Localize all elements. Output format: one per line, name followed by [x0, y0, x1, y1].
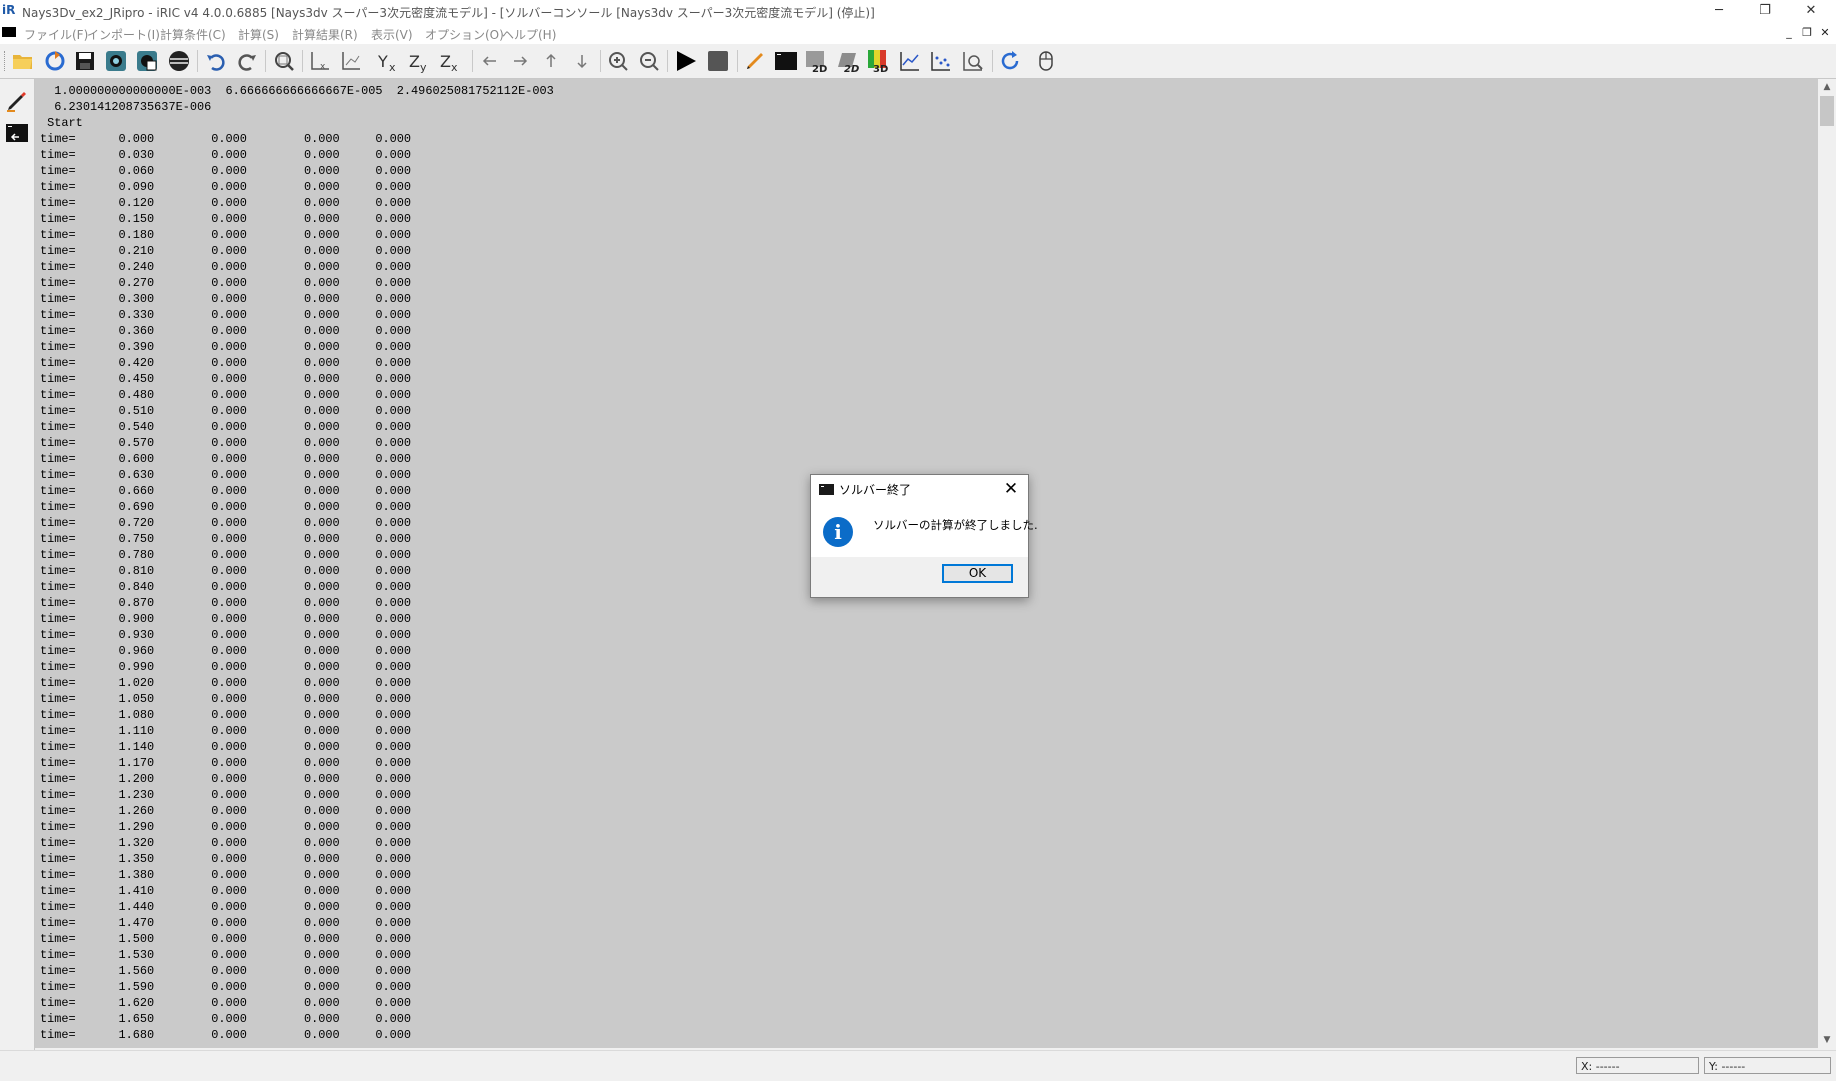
menu-bar: ファイル(F) インポート(I) 計算条件(C) 計算(S) 計算結果(R) 表… [0, 22, 1836, 44]
zoom-out-icon[interactable] [636, 49, 662, 73]
arrow-right-icon[interactable] [507, 49, 533, 73]
svg-text:2D: 2D [812, 64, 827, 73]
console-window-icon[interactable] [5, 121, 29, 145]
window-3d-icon[interactable]: 3D [866, 49, 892, 73]
dialog-message: ソルバーの計算が終了しました. [873, 518, 1038, 532]
close-button[interactable]: ✕ [1788, 0, 1834, 22]
arrow-up-icon[interactable] [538, 49, 564, 73]
restore-button[interactable]: ❐ [1742, 0, 1788, 22]
console-icon[interactable] [773, 49, 799, 73]
pencil-edit-icon[interactable] [5, 89, 29, 113]
menu-file[interactable]: ファイル(F) [24, 26, 88, 43]
toolbar-grip[interactable] [4, 51, 8, 71]
title-bar: iR Nays3Dv_ex2_JRipro - iRIC v4 4.0.0.68… [0, 0, 1836, 22]
mdi-close-button[interactable]: ✕ [1818, 26, 1832, 40]
undo-icon[interactable] [203, 49, 229, 73]
mdi-system-menu-icon[interactable] [2, 27, 16, 37]
menu-calc-condition[interactable]: 計算条件(C) [160, 26, 226, 43]
axis-yx-icon[interactable]: Yx [375, 49, 401, 73]
svg-text:3D: 3D [873, 64, 888, 73]
console-text: 1.000000000000000E-003 6.666666666666667… [40, 84, 554, 1042]
scroll-thumb[interactable] [1820, 96, 1834, 126]
status-x-coordinate: X: ------ [1576, 1057, 1699, 1074]
scattered-graph-icon[interactable] [928, 49, 954, 73]
scroll-up-icon[interactable]: ▲ [1818, 79, 1836, 95]
open-folder-icon[interactable] [10, 49, 36, 73]
run-icon[interactable] [673, 49, 699, 73]
mdi-minimize-button[interactable]: _ [1782, 26, 1796, 40]
info-icon: i [823, 517, 853, 547]
axis-zx-icon[interactable]: Zx [437, 49, 463, 73]
status-y-coordinate: Y: ------ [1704, 1057, 1831, 1074]
status-bar: X: ------ Y: ------ [0, 1050, 1836, 1081]
left-side-bar [0, 79, 35, 1050]
axis-zy-icon[interactable]: Zy [406, 49, 432, 73]
svg-text:y: y [420, 61, 427, 73]
iric-app-icon: iR [2, 3, 16, 17]
redo-icon[interactable] [234, 49, 260, 73]
window-title: Nays3Dv_ex2_JRipro - iRIC v4 4.0.0.6885 … [22, 6, 875, 20]
console-icon [819, 484, 834, 495]
svg-text:Z: Z [409, 52, 420, 71]
ok-button[interactable]: OK [942, 564, 1013, 583]
minimize-button[interactable]: ─ [1696, 0, 1742, 22]
menu-result[interactable]: 計算結果(R) [292, 26, 358, 43]
menu-view[interactable]: 表示(V) [371, 26, 413, 43]
menu-import[interactable]: インポート(I) [87, 26, 160, 43]
stop-icon[interactable] [705, 49, 731, 73]
pencil-icon[interactable] [742, 49, 768, 73]
window-2d-icon[interactable]: 2D [804, 49, 830, 73]
axis-x-icon[interactable]: x [307, 49, 333, 73]
mouse-icon[interactable] [1033, 49, 1059, 73]
menu-simulation[interactable]: 計算(S) [238, 26, 279, 43]
save-icon[interactable] [72, 49, 98, 73]
sphere-icon[interactable] [166, 49, 192, 73]
reload-icon[interactable] [42, 49, 68, 73]
zoom-fit-icon[interactable] [271, 49, 297, 73]
dialog-close-button[interactable]: ✕ [999, 479, 1023, 499]
scroll-down-icon[interactable]: ▼ [1818, 1032, 1836, 1048]
svg-text:x: x [320, 62, 326, 72]
graph-icon[interactable] [897, 49, 923, 73]
arrow-left-icon[interactable] [477, 49, 503, 73]
axis-xy-icon[interactable] [338, 49, 364, 73]
svg-text:Y: Y [377, 52, 388, 71]
vertical-scrollbar[interactable]: ▲ ▼ [1818, 79, 1836, 1048]
refresh-icon[interactable] [997, 49, 1023, 73]
menu-option[interactable]: オプション(O) [425, 26, 504, 43]
dialog-title: ソルバー終了 [839, 483, 912, 497]
menu-help[interactable]: ヘルプ(H) [502, 26, 556, 43]
svg-text:2D: 2D [844, 64, 859, 73]
svg-text:Z: Z [440, 52, 451, 71]
snapshot-alt-icon[interactable] [134, 49, 160, 73]
mdi-restore-button[interactable]: ❐ [1800, 26, 1814, 40]
window-2d-bird-icon[interactable]: 2D [835, 49, 861, 73]
zoom-in-icon[interactable] [605, 49, 631, 73]
svg-text:x: x [451, 61, 458, 73]
profile-icon[interactable] [960, 49, 986, 73]
solver-finished-dialog: ソルバー終了 ✕ i ソルバーの計算が終了しました. OK [810, 474, 1038, 598]
snapshot-icon[interactable] [103, 49, 129, 73]
svg-text:x: x [389, 61, 396, 73]
arrow-down-icon[interactable] [569, 49, 595, 73]
main-toolbar: x Yx Zy Zx 2D 2D 3D [0, 44, 1836, 79]
